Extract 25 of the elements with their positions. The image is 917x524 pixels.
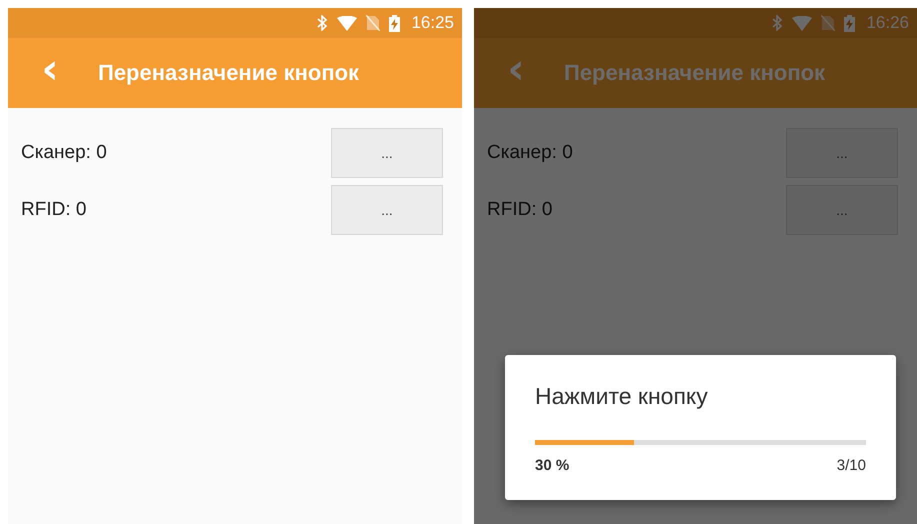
back-button[interactable]: ‹: [496, 48, 536, 98]
setting-label: RFID: 0: [487, 199, 552, 221]
clock-time: 16:25: [411, 13, 454, 33]
progress-count: 3/10: [836, 457, 866, 474]
bluetooth-icon: [317, 15, 328, 31]
bluetooth-icon: [772, 15, 784, 31]
app-title: Переназначение кнопок: [98, 60, 360, 86]
clock-time: 16:26: [866, 13, 909, 33]
battery-charging-icon: [389, 14, 400, 32]
back-button[interactable]: ‹: [30, 48, 70, 98]
setting-label: Сканер: 0: [487, 142, 573, 164]
dialog-title: Нажмите кнопку: [535, 383, 709, 410]
assign-button[interactable]: ...: [331, 128, 443, 178]
assign-button[interactable]: ...: [786, 128, 898, 178]
battery-charging-icon: [844, 14, 856, 32]
assign-button[interactable]: ...: [331, 185, 443, 235]
no-sim-icon: [366, 15, 380, 31]
wifi-icon: [337, 16, 358, 30]
app-title: Переназначение кнопок: [564, 60, 826, 86]
setting-label: Сканер: 0: [21, 142, 107, 164]
setting-label: RFID: 0: [21, 199, 86, 221]
assign-button[interactable]: ...: [786, 185, 898, 235]
no-sim-icon: [821, 15, 836, 31]
progress-percent: 30 %: [535, 457, 570, 474]
wifi-icon: [792, 16, 812, 30]
